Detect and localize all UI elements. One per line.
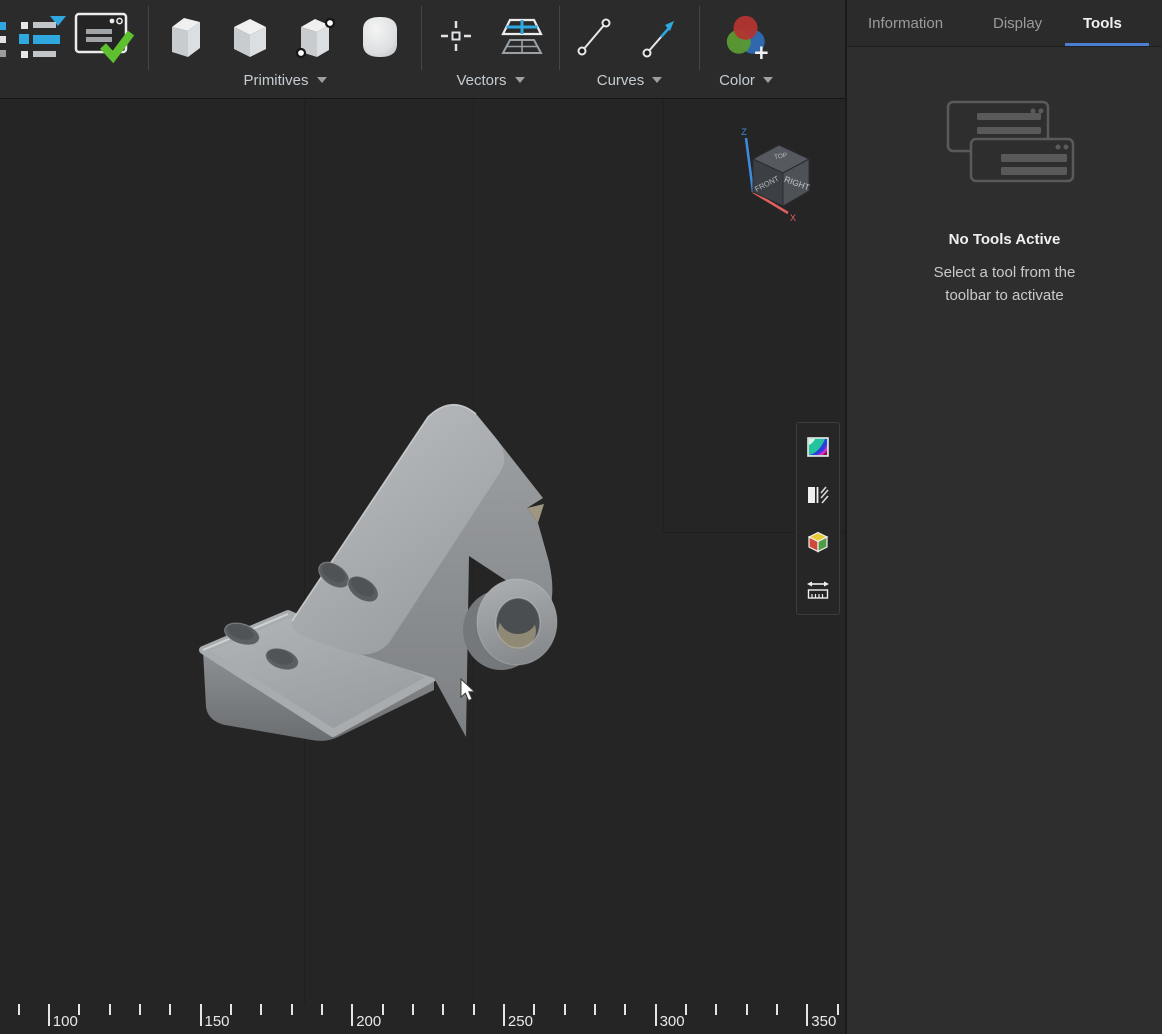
measure-icon	[807, 580, 829, 600]
panel-tab-bar: Information Display Tools	[847, 0, 1162, 47]
toolbar-group-curves: Curves	[560, 0, 699, 99]
list-select-icon	[17, 10, 69, 62]
box-button[interactable]	[226, 6, 274, 66]
axis-z-label: Z	[741, 127, 747, 137]
line-segment-button[interactable]	[570, 6, 618, 66]
rounded-box-button[interactable]	[356, 6, 404, 66]
vectors-label: Vectors	[456, 72, 506, 89]
empty-state-message: Select a tool from the toolbar to activa…	[847, 261, 1162, 307]
stacked-planes-icon	[498, 13, 546, 59]
axis-x-label: X	[790, 213, 796, 223]
clip-plane-button[interactable]	[800, 477, 836, 513]
clip-plane-icon	[807, 485, 829, 505]
box-icon	[228, 11, 272, 61]
toolbar-group-color: Color	[700, 0, 792, 99]
list-partial-icon	[0, 14, 10, 66]
tools-empty-state: No Tools Active Select a tool from the t…	[847, 47, 1162, 307]
toolbar-button-partial[interactable]	[0, 6, 14, 66]
toolbar-group-vectors: Vectors	[422, 0, 559, 99]
point-crosshair-button[interactable]	[432, 6, 480, 66]
box-corners-button[interactable]	[291, 6, 339, 66]
tab-information[interactable]: Information	[868, 0, 943, 46]
point-crosshair-icon	[434, 14, 478, 58]
app-window: Primitives	[0, 0, 1162, 1034]
viewport-3d[interactable]: TOP FRONT RIGHT Z X	[0, 100, 845, 1034]
color-circles-add-button[interactable]	[722, 6, 770, 66]
box-slab-icon	[163, 11, 207, 61]
mouse-cursor	[460, 678, 478, 704]
primitives-dropdown[interactable]: Primitives	[149, 72, 421, 96]
chevron-down-icon	[515, 77, 525, 83]
empty-state-title: No Tools Active	[847, 231, 1162, 248]
rounded-box-icon	[358, 11, 402, 61]
tab-display[interactable]: Display	[993, 0, 1042, 46]
tool-panels-icon	[895, 97, 1115, 212]
box-slab-button[interactable]	[161, 6, 209, 66]
measure-button[interactable]	[800, 572, 836, 608]
line-segment-icon	[572, 12, 616, 60]
curves-label: Curves	[597, 72, 645, 89]
vectors-dropdown[interactable]: Vectors	[422, 72, 559, 96]
box-corners-icon	[293, 11, 337, 61]
list-select-button[interactable]	[14, 6, 72, 66]
primitives-label: Primitives	[243, 72, 308, 89]
view-cube[interactable]: TOP FRONT RIGHT Z X	[728, 126, 818, 228]
top-toolbar: Primitives	[0, 0, 845, 99]
colormap-button[interactable]	[800, 429, 836, 465]
line-arrow-button[interactable]	[636, 6, 684, 66]
curves-dropdown[interactable]: Curves	[560, 72, 699, 96]
color-circles-add-icon	[722, 9, 770, 63]
apply-check-icon	[73, 8, 135, 64]
colormap-icon	[807, 437, 829, 457]
orientation-cube-button[interactable]	[800, 524, 836, 560]
toolbar-group-primitives: Primitives	[149, 0, 421, 99]
chevron-down-icon	[763, 77, 773, 83]
stacked-planes-button[interactable]	[498, 6, 546, 66]
right-panel: Information Display Tools No Tools Activ…	[845, 0, 1162, 1034]
chevron-down-icon	[317, 77, 327, 83]
color-label: Color	[719, 72, 755, 89]
active-tab-underline	[1065, 43, 1149, 46]
apply-check-button[interactable]	[72, 6, 136, 66]
color-dropdown[interactable]: Color	[700, 72, 792, 96]
viewport-side-toolbar	[796, 422, 840, 615]
toolbar-quick-group	[0, 0, 148, 72]
tab-tools[interactable]: Tools	[1083, 0, 1122, 46]
orientation-cube-icon	[806, 530, 830, 554]
model-bracket[interactable]	[0, 100, 845, 1034]
chevron-down-icon	[652, 77, 662, 83]
line-arrow-icon	[638, 12, 682, 60]
